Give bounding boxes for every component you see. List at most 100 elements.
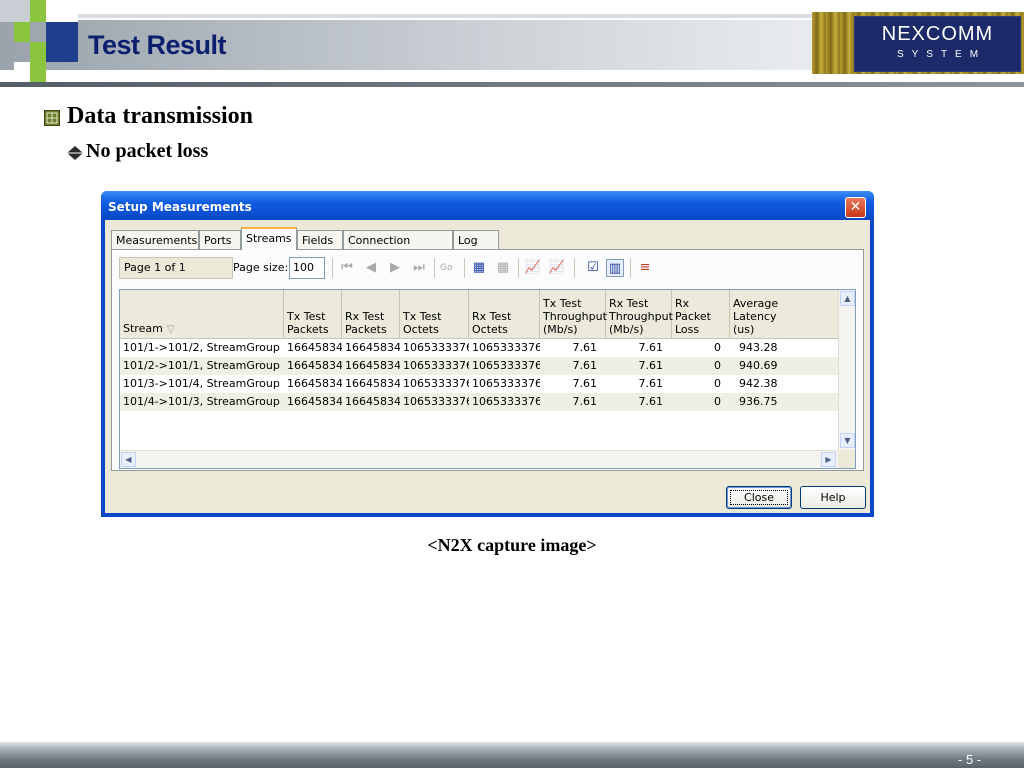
- table-cell: 16645834: [345, 359, 400, 372]
- table-cell: 0: [714, 395, 721, 408]
- sort-triangle-icon: ▽: [166, 324, 175, 335]
- list-view-icon[interactable]: ≡: [636, 259, 654, 277]
- figure-caption: <N2X capture image>: [427, 535, 597, 555]
- table-cell: 936.75: [739, 395, 778, 408]
- logo-box: NEXCOMM SYSTEM: [854, 16, 1021, 72]
- slide-footer-bar: [0, 742, 1024, 768]
- table-row[interactable]: 101/3->101/4, StreamGroup 3 16645834 16645…: [120, 375, 838, 393]
- page-number: - 5 -: [958, 752, 982, 767]
- tab-log[interactable]: Log: [453, 230, 499, 249]
- column-header-rx-throughput[interactable]: Rx Test Throughput (Mb/s): [606, 290, 673, 338]
- slide-header: Test Result NEXCOMM SYSTEM: [0, 0, 1024, 88]
- decor-square-5: [46, 22, 78, 62]
- scroll-left-icon[interactable]: ◀: [121, 452, 136, 467]
- toolbar-separator: [464, 258, 465, 278]
- vertical-scrollbar[interactable]: ▲ ▼: [838, 290, 855, 450]
- table-cell: 942.38: [739, 377, 778, 390]
- column-header-tx-octets[interactable]: Tx Test Octets: [400, 290, 469, 338]
- column-header-tx-packets[interactable]: Tx Test Packets: [284, 290, 342, 338]
- column-header-average-latency[interactable]: Average Latency (us): [730, 290, 838, 338]
- table-cell: 1065333376: [403, 377, 469, 390]
- column-header-stream[interactable]: Stream ▽: [120, 290, 284, 338]
- column-header-rx-packets[interactable]: Rx Test Packets: [342, 290, 400, 338]
- table-cell: 1065333376: [472, 395, 540, 408]
- table-cell: 1065333376: [403, 359, 469, 372]
- diamond-arrow-bullet-icon: [67, 146, 83, 160]
- table-cell: 1065333376: [472, 341, 540, 354]
- toolbar: Page 1 of 1 Page size: 100 ⏮ ◀ ▶ ⏭ Go ▦ …: [112, 250, 863, 284]
- tab-connection-groups[interactable]: Connection Groups: [343, 230, 453, 266]
- scroll-right-icon[interactable]: ▶: [821, 452, 836, 467]
- logo-sub-text: SYSTEM: [896, 49, 987, 60]
- previous-page-icon[interactable]: ◀: [362, 259, 380, 277]
- bullet-data-transmission: Data transmission: [67, 103, 254, 129]
- page-size-label: Page size:: [233, 261, 289, 274]
- streams-panel: Page 1 of 1 Page size: 100 ⏮ ◀ ▶ ⏭ Go ▦ …: [111, 249, 864, 471]
- add-columns-icon[interactable]: ▦: [470, 259, 488, 277]
- column-header-rx-packet-loss[interactable]: Rx Packet Loss: [672, 290, 730, 338]
- table-cell: 16645834: [287, 341, 342, 354]
- close-icon[interactable]: ✕: [845, 197, 866, 218]
- olive-square-bullet-icon: [44, 110, 60, 126]
- table-cell: 0: [714, 359, 721, 372]
- remove-columns-icon[interactable]: ▦: [494, 259, 512, 277]
- page-size-input[interactable]: 100: [289, 257, 325, 279]
- dialog-title: Setup Measurements: [108, 200, 252, 214]
- table-cell: 7.61: [638, 395, 664, 408]
- table-cell: 101/2->101/1, StreamGroup 2: [123, 359, 284, 372]
- toolbar-separator: [332, 258, 333, 278]
- logo-main-text: NEXCOMM: [881, 23, 994, 45]
- last-page-icon[interactable]: ⏭: [410, 259, 428, 277]
- table-cell: 0: [714, 377, 721, 390]
- close-button-label: Close: [744, 491, 774, 504]
- table-cell: 1065333376: [472, 377, 540, 390]
- column-header-label: Stream: [123, 322, 163, 335]
- decor-square-1: [0, 0, 30, 22]
- table-row[interactable]: 101/2->101/1, StreamGroup 2 16645834 16645…: [120, 357, 838, 375]
- go-button[interactable]: Go: [440, 263, 452, 273]
- tab-measurements[interactable]: Measurements: [111, 230, 199, 249]
- scroll-down-icon[interactable]: ▼: [840, 433, 855, 448]
- table-cell: 7.61: [638, 359, 664, 372]
- table-cell: 7.61: [572, 341, 598, 354]
- table-row[interactable]: 101/1->101/2, StreamGroup 1 16645834 16645…: [120, 339, 838, 357]
- toolbar-separator: [434, 258, 435, 278]
- help-button[interactable]: Help: [800, 486, 866, 509]
- dialog-body: Measurements Ports Streams Fields Connec…: [105, 220, 870, 513]
- toolbar-separator: [518, 258, 519, 278]
- table-cell: 1065333376: [403, 395, 469, 408]
- grid-view-icon[interactable]: ▥: [606, 259, 624, 277]
- tab-ports[interactable]: Ports: [199, 230, 241, 249]
- column-header-tx-throughput[interactable]: Tx Test Throughput (Mb/s): [540, 290, 607, 338]
- close-button[interactable]: Close: [726, 486, 792, 509]
- column-header-rx-octets[interactable]: Rx Test Octets: [469, 290, 540, 338]
- remove-chart-icon[interactable]: 📈: [548, 259, 566, 277]
- horizontal-scrollbar[interactable]: ◀ ▶: [120, 450, 838, 468]
- streams-table: Stream ▽ Tx Test Packets Rx Test Packets …: [119, 289, 856, 469]
- tab-streams[interactable]: Streams: [241, 227, 297, 250]
- table-cell: 16645834: [345, 341, 400, 354]
- company-logo: NEXCOMM SYSTEM: [812, 12, 1024, 74]
- next-page-icon[interactable]: ▶: [386, 259, 404, 277]
- page-title: Test Result: [88, 30, 227, 60]
- decor-square-7: [14, 62, 30, 82]
- table-cell: 16645834: [345, 395, 400, 408]
- table-cell: 7.61: [638, 341, 664, 354]
- table-cell: 0: [714, 341, 721, 354]
- first-page-icon[interactable]: ⏮: [338, 259, 356, 277]
- table-cell: 1065333376: [472, 359, 540, 372]
- table-cell: 101/1->101/2, StreamGroup 1: [123, 341, 284, 354]
- tab-fields[interactable]: Fields: [297, 230, 343, 249]
- toolbar-separator: [574, 258, 575, 278]
- table-cell: 940.69: [739, 359, 778, 372]
- table-row[interactable]: 101/4->101/3, StreamGroup 4 16645834 16645…: [120, 393, 838, 411]
- table-cell: 101/4->101/3, StreamGroup 4: [123, 395, 284, 408]
- scroll-up-icon[interactable]: ▲: [840, 291, 855, 306]
- page-indicator: Page 1 of 1: [119, 257, 233, 279]
- bullet-no-packet-loss: No packet loss: [86, 140, 209, 162]
- checkbox-icon[interactable]: ☑: [584, 259, 602, 277]
- toolbar-separator: [630, 258, 631, 278]
- table-cell: 16645834: [287, 359, 342, 372]
- add-chart-icon[interactable]: 📈: [524, 259, 542, 277]
- dialog-title-bar[interactable]: Setup Measurements ✕: [101, 191, 874, 220]
